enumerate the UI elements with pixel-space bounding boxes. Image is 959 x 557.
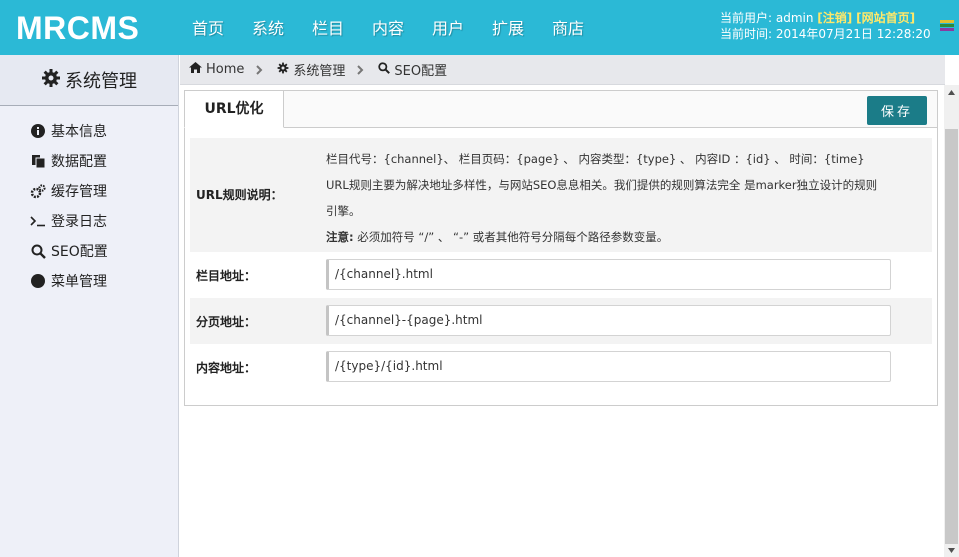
breadcrumb: Home 系统管理 SEO配置 bbox=[180, 55, 945, 85]
chevron-right-icon bbox=[357, 64, 364, 75]
sidebar-item-label: 菜单管理 bbox=[51, 274, 107, 290]
sidebar-item-data-config[interactable]: 数据配置 bbox=[0, 146, 178, 176]
home-icon bbox=[189, 62, 206, 77]
nav-content[interactable]: 内容 bbox=[358, 0, 418, 55]
content-url-input[interactable]: /{type}/{id}.html bbox=[326, 351, 891, 382]
terminal-icon bbox=[30, 213, 46, 229]
nav-system[interactable]: 系统 bbox=[238, 0, 298, 55]
vertical-scrollbar[interactable] bbox=[944, 85, 959, 557]
breadcrumb-system[interactable]: 系统管理 bbox=[277, 60, 345, 79]
sidebar-item-label: 缓存管理 bbox=[51, 184, 107, 200]
url-rule-description: 栏目代号：{channel}、 栏目页码：{page} 、 内容类型：{type… bbox=[326, 146, 886, 250]
logout-link[interactable]: [注销] bbox=[817, 11, 852, 25]
rule-explanation-text: URL规则主要为解决地址多样性，与网站SEO息息相关。我们提供的规则算法完全 是… bbox=[326, 178, 878, 218]
current-time-text: 当前时间: 2014年07月21日 12:28:20 bbox=[720, 27, 931, 41]
url-rule-label: URL规则说明： bbox=[196, 188, 283, 202]
scroll-thumb[interactable] bbox=[945, 129, 958, 544]
top-header: MRCMS 首页 系统 栏目 内容 用户 扩展 商店 当前用户: admin [… bbox=[0, 0, 959, 55]
sidebar-title-label: 系统管理 bbox=[65, 71, 137, 92]
sidebar-item-cache[interactable]: 缓存管理 bbox=[0, 176, 178, 206]
url-rule-row: URL规则说明： 栏目代号：{channel}、 栏目页码：{page} 、 内… bbox=[190, 138, 932, 252]
seo-panel: URL优化 保存 URL规则说明： 栏目代号：{channel}、 栏目页码：{… bbox=[184, 90, 938, 406]
sidebar-title: 系统管理 bbox=[0, 55, 178, 106]
circle-icon bbox=[30, 273, 46, 289]
sidebar-item-seo[interactable]: SEO配置 bbox=[0, 236, 178, 266]
scroll-up-arrow-icon[interactable] bbox=[944, 85, 959, 99]
breadcrumb-system-label: 系统管理 bbox=[293, 64, 346, 79]
breadcrumb-seo-label: SEO配置 bbox=[394, 64, 448, 79]
sidebar-item-label: 基本信息 bbox=[51, 124, 107, 140]
nav-home[interactable]: 首页 bbox=[178, 0, 238, 55]
sidebar-item-login-log[interactable]: 登录日志 bbox=[0, 206, 178, 236]
chevron-right-icon bbox=[256, 64, 263, 75]
save-button[interactable]: 保存 bbox=[867, 96, 927, 125]
tab-url-optimization[interactable]: URL优化 bbox=[184, 90, 284, 128]
nav-channel[interactable]: 栏目 bbox=[298, 0, 358, 55]
page-url-label: 分页地址： bbox=[196, 315, 257, 329]
rule-variables-text: 栏目代号：{channel}、 栏目页码：{page} 、 内容类型：{type… bbox=[326, 152, 865, 166]
sidebar-item-label: 数据配置 bbox=[51, 154, 107, 170]
page-url-row: 分页地址： /{channel}-{page}.html bbox=[190, 298, 932, 344]
cogs-icon bbox=[30, 183, 46, 199]
content-url-label: 内容地址： bbox=[196, 361, 257, 375]
sidebar-item-basic-info[interactable]: 基本信息 bbox=[0, 116, 178, 146]
channel-url-label: 栏目地址： bbox=[196, 269, 257, 283]
sidebar-item-label: 登录日志 bbox=[51, 214, 107, 230]
gear-icon bbox=[277, 62, 293, 78]
channel-url-input[interactable]: /{channel}.html bbox=[326, 259, 891, 290]
gear-icon bbox=[41, 68, 65, 93]
search-icon bbox=[30, 243, 46, 259]
content-url-row: 内容地址： /{type}/{id}.html bbox=[190, 344, 932, 390]
nav-user[interactable]: 用户 bbox=[418, 0, 478, 55]
sidebar-item-menu[interactable]: 菜单管理 bbox=[0, 266, 178, 296]
sidebar-item-label: SEO配置 bbox=[51, 244, 108, 260]
page-url-input[interactable]: /{channel}-{page}.html bbox=[326, 305, 891, 336]
nav-store[interactable]: 商店 bbox=[538, 0, 598, 55]
top-nav: 首页 系统 栏目 内容 用户 扩展 商店 bbox=[178, 0, 598, 55]
search-icon bbox=[378, 61, 394, 78]
site-home-link[interactable]: [网站首页] bbox=[856, 11, 915, 25]
breadcrumb-home[interactable]: Home bbox=[189, 62, 244, 77]
sidebar-menu: 基本信息 数据配置 缓存管理 登录日志 SEO配置 菜单管理 bbox=[0, 106, 178, 296]
channel-url-row: 栏目地址： /{channel}.html bbox=[190, 252, 932, 298]
user-info: 当前用户: admin [注销] [网站首页] 当前时间: 2014年07月21… bbox=[720, 10, 931, 42]
current-user-text: 当前用户: admin bbox=[720, 11, 814, 25]
note-text: 必须加符号 “/” 、 “-” 或者其他符号分隔每个路径参数变量。 bbox=[357, 230, 669, 244]
logo: MRCMS bbox=[16, 10, 140, 46]
sidebar: 系统管理 基本信息 数据配置 缓存管理 登录日志 SEO配置 菜单管理 bbox=[0, 55, 179, 557]
scroll-down-arrow-icon[interactable] bbox=[944, 543, 959, 557]
rule-note: 注意: 必须加符号 “/” 、 “-” 或者其他符号分隔每个路径参数变量。 bbox=[326, 224, 886, 250]
copy-icon bbox=[30, 153, 46, 169]
breadcrumb-seo: SEO配置 bbox=[378, 60, 447, 79]
info-icon bbox=[30, 123, 46, 139]
nav-extension[interactable]: 扩展 bbox=[478, 0, 538, 55]
breadcrumb-home-label: Home bbox=[206, 62, 245, 77]
theme-color-icon[interactable] bbox=[940, 20, 954, 34]
tab-bar: URL优化 保存 bbox=[184, 90, 937, 128]
note-label: 注意: bbox=[326, 230, 354, 244]
